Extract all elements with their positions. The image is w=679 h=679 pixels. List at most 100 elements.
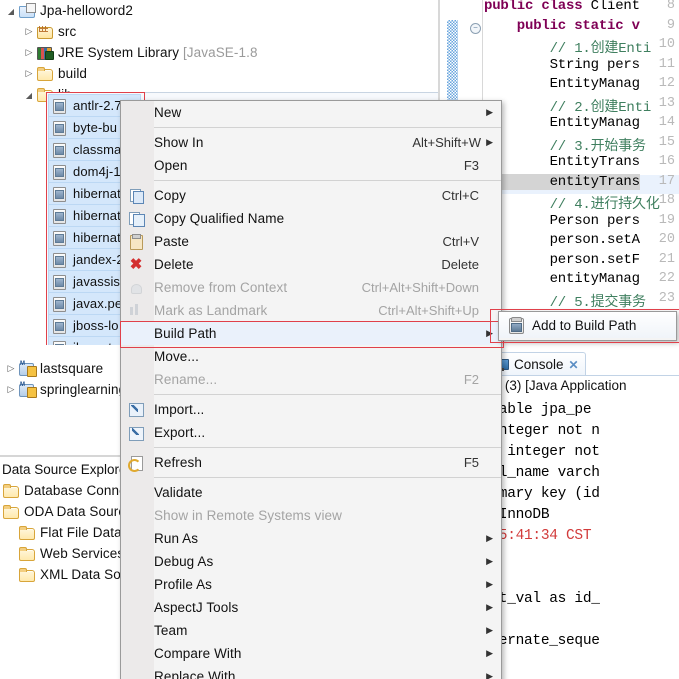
menu-item-build-path[interactable]: Build Path ▶: [121, 322, 501, 345]
collapse-arrow-icon[interactable]: [4, 384, 18, 395]
data-source-item[interactable]: ODA Data Source: [0, 501, 133, 522]
jar-list-item-label: jboss-lo: [73, 318, 119, 333]
menu-item-paste[interactable]: Paste Ctrl+V: [121, 230, 501, 253]
data-source-item-label: ODA Data Source: [24, 504, 133, 519]
collapse-arrow-icon[interactable]: [22, 47, 36, 58]
tree-item-src[interactable]: src: [0, 21, 440, 42]
code-line: person.setF: [484, 252, 640, 268]
maven-project-icon: [18, 382, 37, 398]
data-source-item-label: Database Connec: [24, 483, 134, 498]
line-number: 20: [658, 232, 675, 247]
close-icon[interactable]: ✕: [569, 358, 579, 372]
menu-item-aspectj-tools[interactable]: AspectJ Tools ▶: [121, 596, 501, 619]
line-number: 9: [666, 17, 675, 33]
tree-item-build[interactable]: build: [0, 63, 440, 84]
collapse-arrow-icon[interactable]: [4, 363, 18, 374]
tab-console[interactable]: Console ✕: [488, 352, 586, 376]
code-line: // 1.创建Enti: [484, 37, 652, 57]
menu-item-refresh[interactable]: Refresh F5: [121, 451, 501, 474]
menu-item-import[interactable]: Import...: [121, 398, 501, 421]
menu-item-label: Rename...: [154, 372, 218, 387]
code-token: Person pers: [484, 212, 640, 229]
jar-list-item-label: jboss-tr: [73, 340, 116, 345]
code-line: // 3.开始事务: [484, 135, 646, 155]
copy-qualified-icon: [128, 211, 145, 227]
menu-item-shortcut: Ctrl+Alt+Shift+Down: [361, 280, 479, 295]
menu-item-replace-with[interactable]: Replace With ▶: [121, 665, 501, 679]
jar-list-item-label: javax.pe: [73, 296, 123, 311]
line-number: 14: [658, 115, 675, 130]
jar-list-item-label: byte-bu: [73, 120, 118, 135]
menu-item-new[interactable]: New ▶: [121, 101, 501, 124]
context-menu[interactable]: New ▶ Show In Alt+Shift+W ▶ Open F3 Copy Ctrl+C C…: [120, 100, 504, 679]
code-token: // 4.进行持久化: [484, 197, 660, 213]
menu-item-debug-as[interactable]: Debug As ▶: [121, 550, 501, 573]
collapse-arrow-icon[interactable]: [22, 26, 36, 37]
code-token: // 2.创建Enti: [484, 99, 652, 116]
menu-item-shortcut: Alt+Shift+W: [412, 135, 481, 150]
data-source-item-label: Web Services: [40, 546, 125, 561]
menu-item-copy[interactable]: Copy Ctrl+C: [121, 184, 501, 207]
build-path-submenu[interactable]: Add to Build Path: [498, 311, 677, 341]
data-source-item[interactable]: XML Data Sou: [0, 564, 130, 585]
tree-item-jpa-helloword2[interactable]: Jpa-helloword2: [0, 0, 440, 21]
menu-separator: [154, 477, 501, 478]
tree-item-jre-system-library[interactable]: JRE System Library [JavaSE-1.8: [0, 42, 440, 63]
code-line: // 4.进行持久化: [484, 193, 660, 213]
code-token: entityManag: [484, 271, 640, 287]
menu-separator: [154, 394, 501, 395]
submenu-arrow-icon: ▶: [486, 579, 493, 589]
menu-item-show-in[interactable]: Show In Alt+Shift+W ▶: [121, 131, 501, 154]
fold-toggle-icon[interactable]: −: [470, 22, 481, 34]
folder-icon: [18, 567, 36, 583]
menu-separator: [154, 127, 501, 128]
jar-list-item-label: dom4j-1: [73, 164, 121, 179]
menu-item-shortcut: Delete: [441, 257, 479, 272]
code-token: // 5.提交事务: [484, 294, 646, 311]
menu-item-profile-as[interactable]: Profile As ▶: [121, 573, 501, 596]
menu-item-label: Copy Qualified Name: [154, 211, 285, 226]
menu-item-compare-with[interactable]: Compare With ▶: [121, 642, 501, 665]
menu-item-label: Run As: [154, 531, 199, 546]
menu-item-add-to-build-path[interactable]: Add to Build Path: [499, 312, 676, 338]
expand-arrow-icon[interactable]: [4, 6, 18, 16]
expand-arrow-icon[interactable]: [22, 90, 36, 100]
code-line: EntityManag: [484, 115, 640, 131]
jar-icon: [51, 120, 69, 136]
jar-list-item-label: antlr-2.7: [73, 98, 122, 113]
tree-item-label-suffix: [JavaSE-1.8: [182, 45, 258, 60]
data-source-item[interactable]: Flat File Data S: [0, 522, 135, 543]
line-number: 11: [658, 56, 675, 72]
context-menu-items[interactable]: New ▶ Show In Alt+Shift+W ▶ Open F3 Copy Ctrl+C C…: [120, 101, 504, 679]
menu-item-label: Delete: [154, 257, 194, 272]
menu-item-validate[interactable]: Validate: [121, 481, 501, 504]
jar-icon: [51, 274, 69, 290]
jar-icon: [51, 252, 69, 268]
menu-item-team[interactable]: Team ▶: [121, 619, 501, 642]
menu-item-copy-qualified-name[interactable]: Copy Qualified Name: [121, 207, 501, 230]
jar-icon: [51, 186, 69, 202]
data-source-item-label: XML Data Sou: [40, 567, 129, 582]
menu-item-open[interactable]: Open F3: [121, 154, 501, 177]
code-token: person.setF: [484, 251, 640, 268]
menu-item-delete[interactable]: ✖ Delete Delete: [121, 253, 501, 276]
menu-item-run-as[interactable]: Run As ▶: [121, 527, 501, 550]
jar-list-item-label: javassist: [73, 274, 124, 289]
data-source-item[interactable]: Database Connec: [0, 480, 133, 501]
jar-icon: [507, 317, 524, 334]
export-icon: [128, 425, 144, 441]
menu-item-label: Paste: [154, 234, 190, 249]
line-number: 16: [658, 154, 675, 169]
data-source-item[interactable]: Web Services: [0, 543, 130, 564]
menu-item-export[interactable]: Export...: [121, 421, 501, 444]
collapse-arrow-icon[interactable]: [22, 68, 36, 79]
menu-item-label: Show in Remote Systems view: [154, 508, 343, 523]
menu-item-move[interactable]: Move...: [121, 345, 501, 368]
menu-item-add-to-build-path-label: Add to Build Path: [532, 317, 637, 333]
delete-icon: ✖: [129, 256, 143, 273]
code-token: // 3.开始事务: [484, 138, 646, 155]
tree-item-label: springlearning: [40, 382, 127, 397]
folder-icon: [18, 546, 36, 562]
menu-separator: [154, 180, 501, 181]
folder-icon: [2, 483, 20, 499]
